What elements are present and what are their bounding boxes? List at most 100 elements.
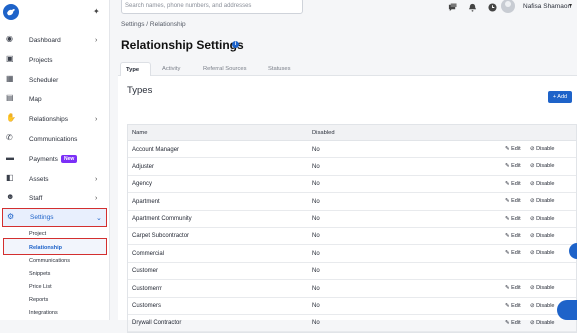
sidebar-item-label: Map	[29, 96, 42, 103]
edit-button[interactable]: ✎ Edit	[505, 285, 521, 291]
disabled-value: No	[312, 250, 320, 257]
chevron-right-icon[interactable]: ›	[95, 176, 97, 183]
chevron-right-icon[interactable]: ›	[95, 37, 97, 44]
search-input[interactable]: Search names, phone numbers, and address…	[121, 0, 303, 14]
chevron-right-icon[interactable]: ›	[95, 116, 97, 123]
table-row: Apartment Community No ✎ Edit ⊘ Disable	[128, 211, 576, 228]
disabled-value: No	[312, 233, 320, 240]
ban-icon: ⊘	[530, 285, 535, 292]
briefcase-icon: ▣	[6, 54, 14, 63]
breadcrumb: Settings / Relationship	[121, 21, 186, 28]
disabled-value: No	[312, 320, 320, 327]
pencil-icon: ✎	[505, 180, 510, 187]
pencil-icon: ✎	[505, 232, 510, 239]
settings-sub-item-communications[interactable]: Communications	[29, 258, 70, 264]
sidebar-item-label: Staff	[29, 195, 43, 202]
sidebar-item-settings[interactable]: ⚙ Settings ⌄	[2, 208, 107, 227]
types-table: Name Disabled Account Manager No ✎ Edit ⊘ D…	[127, 124, 577, 333]
edit-button[interactable]: ✎ Edit	[505, 216, 521, 222]
sidebar-item-scheduler[interactable]: ▦ Scheduler	[0, 71, 110, 90]
pencil-icon: ✎	[505, 163, 510, 170]
disable-button[interactable]: ⊘ Disable	[530, 233, 554, 239]
table-header: Name Disabled	[128, 125, 576, 141]
info-icon[interactable]: i	[232, 41, 239, 48]
chevron-right-icon[interactable]: ›	[95, 195, 97, 202]
disable-button[interactable]: ⊘ Disable	[530, 285, 554, 291]
tab-type[interactable]: Type	[120, 62, 151, 77]
phone-icon: ✆	[6, 133, 13, 142]
sidebar-item-relationships[interactable]: ✋ Relationships ›	[0, 110, 110, 129]
sidebar-item-dashboard[interactable]: ◉ Dashboard ›	[0, 31, 110, 50]
sidebar-item-payments[interactable]: ▬ Payments New	[0, 150, 110, 169]
disable-button[interactable]: ⊘ Disable	[530, 303, 554, 309]
column-header-disabled[interactable]: Disabled	[312, 130, 335, 136]
edit-button[interactable]: ✎ Edit	[505, 320, 521, 326]
disabled-value: No	[312, 198, 320, 205]
edit-button[interactable]: ✎ Edit	[505, 303, 521, 309]
settings-sub-item-project[interactable]: Project	[29, 231, 46, 237]
bird-icon	[7, 9, 15, 16]
type-name: Adjuster	[132, 163, 155, 170]
ban-icon: ⊘	[530, 146, 535, 152]
disable-label: Disable	[536, 302, 555, 309]
edit-label: Edit	[511, 146, 521, 152]
settings-sub-item-relationship[interactable]: Relationship	[29, 245, 62, 251]
edit-button[interactable]: ✎ Edit	[505, 250, 521, 256]
edit-label: Edit	[511, 302, 521, 309]
table-row: Commercial No ✎ Edit ⊘ Disable	[128, 245, 576, 263]
disable-button[interactable]: ⊘ Disable	[530, 163, 554, 169]
chat-button[interactable]	[557, 300, 577, 320]
table-row: Agency No ✎ Edit ⊘ Disable	[128, 176, 576, 194]
add-button[interactable]: + Add	[548, 91, 572, 103]
sidebar-item-projects[interactable]: ▣ Projects	[0, 51, 110, 70]
type-name: Carpet Subcontractor	[132, 233, 190, 240]
sidebar-item-label: Relationships	[29, 116, 69, 123]
app-logo[interactable]	[3, 4, 19, 20]
pin-icon[interactable]: ✦	[93, 7, 100, 16]
edit-button[interactable]: ✎ Edit	[505, 181, 521, 187]
disable-button[interactable]: ⊘ Disable	[530, 198, 554, 204]
disable-button[interactable]: ⊘ Disable	[530, 250, 554, 256]
column-header-name[interactable]: Name	[132, 130, 147, 136]
clock-icon[interactable]	[488, 3, 497, 12]
disable-button[interactable]: ⊘ Disable	[530, 216, 554, 222]
disable-label: Disable	[536, 180, 555, 187]
tab-statuses[interactable]: Statuses	[263, 62, 296, 76]
disable-label: Disable	[536, 250, 555, 257]
sidebar-item-assets[interactable]: ◧ Assets ›	[0, 170, 110, 189]
type-name: Drywall Contractor	[132, 320, 182, 327]
type-name: Customerrr	[132, 285, 163, 292]
tab-activity[interactable]: Activity	[157, 62, 185, 76]
tab-referral-sources[interactable]: Referral Sources	[198, 62, 252, 76]
disable-label: Disable	[536, 163, 555, 170]
sidebar-item-map[interactable]: ▤ Map	[0, 90, 110, 109]
edit-button[interactable]: ✎ Edit	[505, 146, 521, 152]
sidebar-item-staff[interactable]: ☻ Staff ›	[0, 189, 110, 208]
sidebar-item-label: Projects	[29, 57, 53, 64]
settings-sub-item-integrations[interactable]: Integrations	[29, 310, 58, 316]
edit-button[interactable]: ✎ Edit	[505, 198, 521, 204]
type-name: Apartment Community	[132, 216, 192, 223]
sidebar-item-communications[interactable]: ✆ Communications	[0, 130, 110, 149]
disable-button[interactable]: ⊘ Disable	[530, 146, 554, 152]
bell-icon[interactable]	[468, 3, 477, 12]
settings-sub-item-reports[interactable]: Reports	[29, 297, 48, 303]
settings-sub-item-snippets[interactable]: Snippets	[29, 271, 50, 277]
pencil-icon: ✎	[505, 146, 510, 152]
chat-icon[interactable]	[448, 3, 457, 12]
pencil-icon: ✎	[505, 319, 510, 326]
disable-label: Disable	[536, 198, 555, 205]
edit-button[interactable]: ✎ Edit	[505, 163, 521, 169]
chevron-down-icon[interactable]: ▾	[569, 2, 572, 9]
disable-button[interactable]: ⊘ Disable	[530, 320, 554, 326]
settings-sub-item-price-list[interactable]: Price List	[29, 284, 52, 290]
username[interactable]: Nafisa Shamaon	[523, 3, 571, 10]
section-title: Types	[127, 85, 153, 96]
disable-button[interactable]: ⊘ Disable	[530, 181, 554, 187]
edit-label: Edit	[511, 215, 521, 222]
table-row: Customers No ✎ Edit ⊘ Disable	[128, 298, 576, 315]
sidebar-item-label: Payments	[29, 156, 58, 163]
chevron-down-icon[interactable]: ⌄	[96, 214, 102, 222]
edit-button[interactable]: ✎ Edit	[505, 233, 521, 239]
disabled-value: No	[312, 303, 320, 310]
